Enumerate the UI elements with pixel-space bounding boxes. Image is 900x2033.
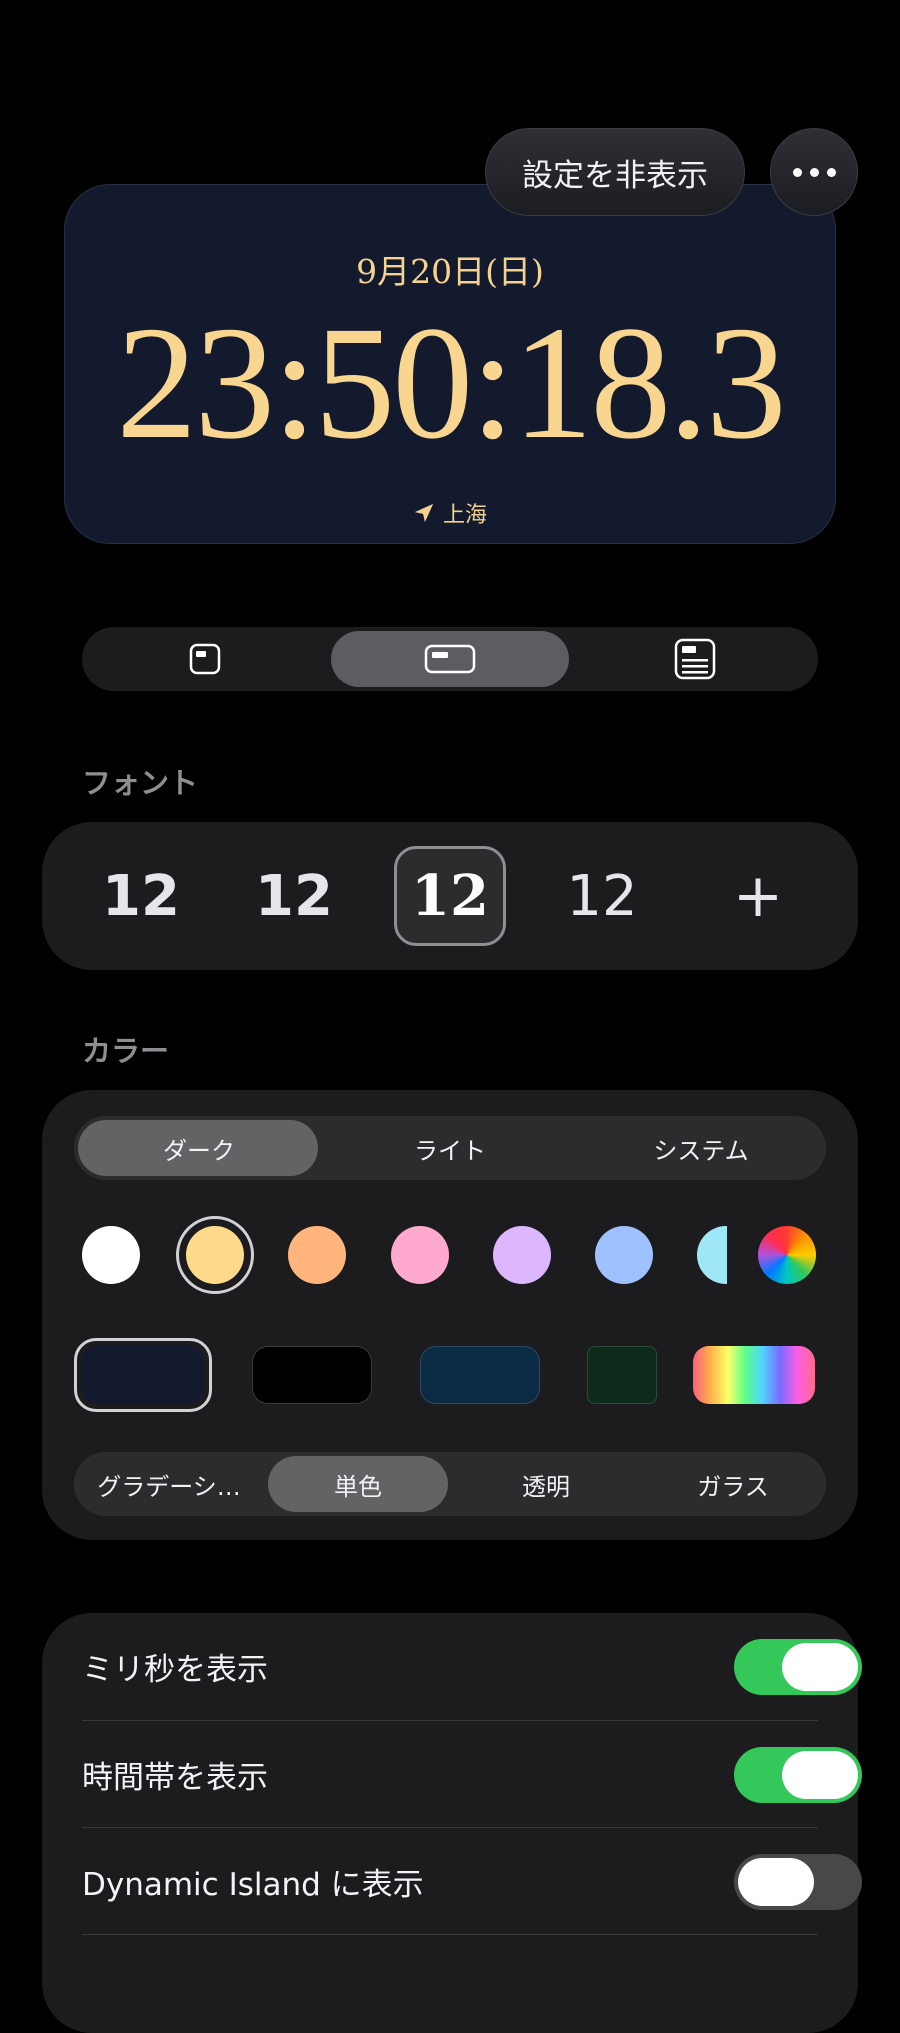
small-widget-icon xyxy=(189,643,221,675)
ellipsis-icon xyxy=(789,167,840,177)
wide-widget-icon xyxy=(424,644,476,674)
plus-icon: + xyxy=(732,861,784,931)
timezone-label: 時間帯を表示 xyxy=(82,1760,268,1796)
clock-time: 23:50:18.3 xyxy=(116,294,787,473)
background-swatch-black[interactable] xyxy=(252,1346,372,1404)
accent-swatch-rainbow[interactable] xyxy=(758,1226,816,1284)
milliseconds-switch[interactable] xyxy=(734,1639,862,1695)
row-divider xyxy=(82,1934,818,1935)
clock-location: 上海 xyxy=(65,497,835,529)
color-picker: ダーク ライト システム グラデーシ… 単色 透明 ガラス xyxy=(42,1090,858,1540)
theme-tab-system[interactable]: システム xyxy=(576,1116,826,1180)
large-widget-icon xyxy=(674,638,716,680)
background-swatch-green[interactable] xyxy=(587,1346,657,1404)
timezone-switch[interactable] xyxy=(734,1747,862,1803)
toggle-row-dynamic-island: Dynamic Island に表示 xyxy=(82,1828,862,1935)
accent-swatch-purple[interactable] xyxy=(493,1226,551,1284)
style-segmented-control: グラデーシ… 単色 透明 ガラス xyxy=(74,1452,826,1516)
more-options-button[interactable] xyxy=(770,128,858,216)
style-tab-solid[interactable]: 単色 xyxy=(264,1452,452,1516)
accent-swatch-orange[interactable] xyxy=(288,1226,346,1284)
toggle-row-timezone: 時間帯を表示 xyxy=(82,1721,862,1828)
style-tab-gradient[interactable]: グラデーシ… xyxy=(74,1452,264,1516)
settings-toggles: ミリ秒を表示 時間帯を表示 Dynamic Island に表示 xyxy=(42,1613,862,2033)
background-swatch-rainbow[interactable] xyxy=(693,1346,815,1404)
background-swatch-navy[interactable] xyxy=(82,1346,204,1404)
location-arrow-icon xyxy=(414,503,434,523)
accent-swatch-pink[interactable] xyxy=(391,1226,449,1284)
dynamic-island-switch[interactable] xyxy=(734,1854,862,1910)
layout-selector xyxy=(82,627,818,691)
theme-tab-light[interactable]: ライト xyxy=(324,1116,576,1180)
clock-location-label: 上海 xyxy=(442,503,487,528)
accent-swatch-blue[interactable] xyxy=(595,1226,653,1284)
dynamic-island-label: Dynamic Island に表示 xyxy=(82,1867,424,1903)
layout-option-small[interactable] xyxy=(86,627,324,691)
font-option-default[interactable]: 12 xyxy=(238,846,350,946)
font-option-serif-selected[interactable]: 12 xyxy=(394,846,506,946)
toggle-row-milliseconds: ミリ秒を表示 xyxy=(82,1613,862,1720)
switch-knob xyxy=(782,1643,858,1691)
milliseconds-label: ミリ秒を表示 xyxy=(82,1652,268,1688)
hide-settings-label: 設定を非表示 xyxy=(522,157,708,194)
accent-swatch-cyan[interactable] xyxy=(697,1226,727,1284)
switch-knob xyxy=(738,1858,814,1906)
clock-date: 9月20日(日) xyxy=(356,252,544,291)
font-section-label: フォント xyxy=(82,766,199,800)
accent-swatch-white[interactable] xyxy=(82,1226,140,1284)
add-font-button[interactable]: + xyxy=(718,846,798,946)
color-section-label: カラー xyxy=(82,1034,170,1068)
layout-option-large[interactable] xyxy=(576,627,814,691)
font-option-rounded[interactable]: 12 xyxy=(85,846,197,946)
accent-swatch-gold[interactable] xyxy=(186,1226,244,1284)
style-tab-glass[interactable]: ガラス xyxy=(640,1452,826,1516)
hide-settings-button[interactable]: 設定を非表示 xyxy=(485,128,745,216)
style-tab-transparent[interactable]: 透明 xyxy=(452,1452,640,1516)
font-option-light[interactable]: 12 xyxy=(546,846,658,946)
clock-preview-card: 9月20日(日) 23:50:18.3 上海 xyxy=(64,184,836,544)
font-picker: 12 12 12 12 + xyxy=(42,822,858,970)
background-swatch-teal[interactable] xyxy=(420,1346,540,1404)
layout-option-wide[interactable] xyxy=(331,627,569,691)
theme-segmented-control: ダーク ライト システム xyxy=(74,1116,826,1180)
switch-knob xyxy=(782,1751,858,1799)
theme-tab-dark[interactable]: ダーク xyxy=(74,1116,324,1180)
